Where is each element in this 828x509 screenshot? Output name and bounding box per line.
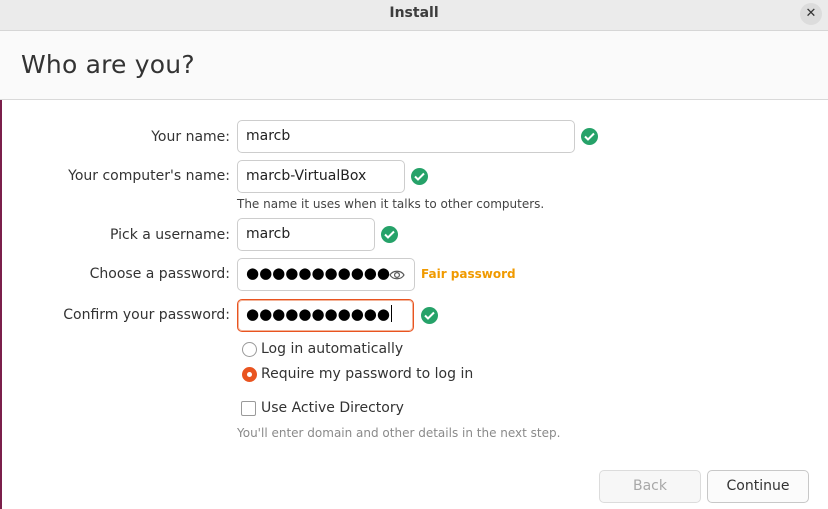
active-directory-label[interactable]: Use Active Directory: [261, 400, 404, 416]
window-edge: [0, 100, 2, 509]
confirm-password-value: ●●●●●●●●●●●: [246, 305, 390, 323]
require-password-label[interactable]: Require my password to log in: [261, 366, 473, 382]
username-input[interactable]: marcb: [237, 218, 375, 251]
close-icon[interactable]: ✕: [800, 3, 822, 25]
back-button[interactable]: Back: [599, 470, 701, 503]
username-valid-check-icon: [381, 226, 398, 243]
computer-name-input[interactable]: marcb-VirtualBox: [237, 160, 405, 193]
confirm-password-input[interactable]: ●●●●●●●●●●●: [237, 299, 414, 332]
login-automatically-label[interactable]: Log in automatically: [261, 341, 403, 357]
continue-button[interactable]: Continue: [707, 470, 809, 503]
require-password-radio[interactable]: [242, 367, 257, 382]
page-header: Who are you?: [0, 31, 828, 100]
page-title: Who are you?: [21, 50, 195, 79]
password-strength-label: Fair password: [421, 267, 516, 281]
name-valid-check-icon: [581, 128, 598, 145]
confirm-password-label: Confirm your password:: [63, 307, 230, 323]
password-value: ●●●●●●●●●●●: [246, 264, 390, 282]
username-label: Pick a username:: [109, 227, 230, 243]
name-label: Your name:: [151, 129, 230, 145]
name-input[interactable]: marcb: [237, 120, 575, 153]
computer-name-label: Your computer's name:: [68, 168, 230, 184]
window-title: Install: [389, 5, 439, 21]
login-automatically-radio[interactable]: [242, 342, 257, 357]
text-cursor: [390, 305, 392, 322]
title-bar: Install ✕: [0, 0, 828, 31]
password-label: Choose a password:: [89, 266, 230, 282]
show-password-eye-icon[interactable]: [389, 267, 405, 286]
computer-name-hint: The name it uses when it talks to other …: [237, 197, 545, 211]
active-directory-hint: You'll enter domain and other details in…: [237, 426, 561, 440]
active-directory-checkbox[interactable]: [241, 401, 256, 416]
computer-name-valid-check-icon: [411, 168, 428, 185]
confirm-valid-check-icon: [421, 307, 438, 324]
